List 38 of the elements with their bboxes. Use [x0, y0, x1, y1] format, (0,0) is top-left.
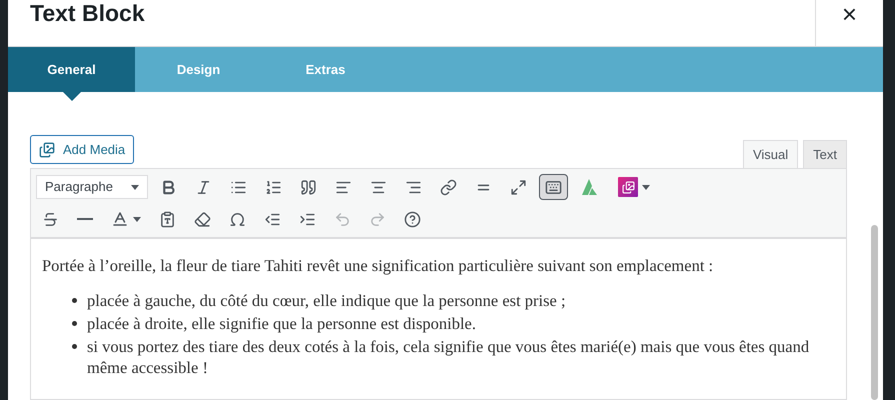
dialog-title: Text Block [29, 0, 146, 28]
quote-icon [300, 178, 317, 196]
bullet-icon [72, 298, 77, 303]
help-icon [404, 210, 421, 228]
list-item: placée à gauche, du côté du cœur, elle indique que la personne est prise ; [87, 290, 566, 311]
media-icon [39, 142, 55, 158]
gallery-icon [618, 177, 638, 197]
redo-icon [369, 210, 386, 228]
horizontal-line-icon [77, 218, 93, 220]
add-media-button[interactable]: Add Media [30, 135, 134, 164]
scrollbar-thumb[interactable] [871, 225, 878, 400]
caret-icon [131, 184, 139, 190]
paste-text-icon [159, 210, 176, 228]
list-item: placée à droite, elle signifie que la personne est disponible. [87, 313, 476, 334]
italic-icon [195, 178, 212, 196]
caret-icon [642, 184, 650, 190]
bullet-icon [72, 344, 77, 349]
omega-icon [229, 210, 246, 228]
keyboard-button[interactable] [539, 174, 568, 200]
undo-icon [334, 210, 351, 228]
editor-tab[interactable]: Text [803, 140, 847, 169]
bullet-icon [72, 321, 77, 326]
eraser-icon [194, 210, 211, 228]
fullscreen-icon [510, 178, 527, 196]
strikethrough-icon [42, 210, 59, 228]
caret-icon [133, 216, 141, 222]
triangle-logo-icon [580, 177, 600, 197]
bold-icon [160, 178, 177, 196]
link-icon [440, 178, 457, 196]
list-item: si vous portez des tiare des deux cotés à la fois, cela signifie que vous êtes marié(e) mais que vous êtes quand même accessible ! [87, 336, 810, 378]
format-select[interactable]: Paragraphe [36, 175, 148, 199]
numbered-list-icon [265, 178, 282, 196]
tab-pointer-icon [63, 92, 81, 101]
text-color-icon [111, 210, 129, 228]
close-button[interactable]: × [815, 0, 883, 46]
keyboard-icon [545, 178, 562, 196]
paragraph: Portée à l’oreille, la fleur de tiare Tahiti revêt une signification particulière suivant son emplacement : [42, 255, 714, 276]
editor-tab[interactable]: Visual [742, 140, 798, 169]
